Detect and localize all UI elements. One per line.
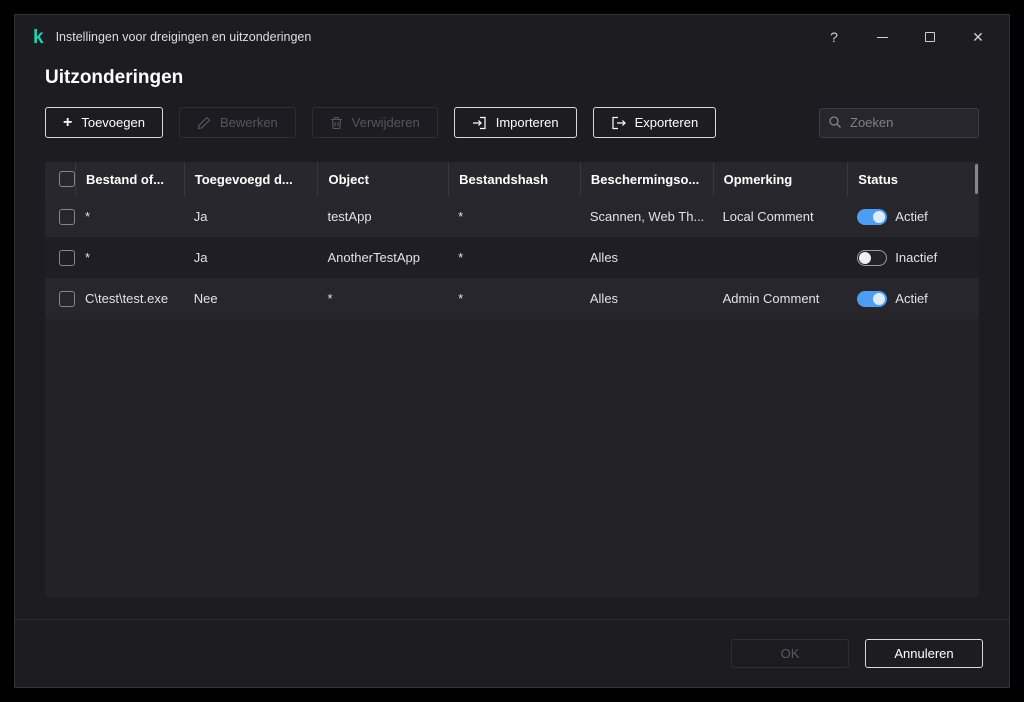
cell-added: Ja xyxy=(193,209,208,224)
exclusions-table: Bestand of... Toegevoegd d... Object Bestan… xyxy=(45,162,979,597)
minimize-icon[interactable] xyxy=(865,22,899,52)
cell-status: Inactief xyxy=(847,237,979,278)
row-select-cell xyxy=(45,196,75,237)
titlebar: k Instellingen voor dreigingen en uitzon… xyxy=(15,15,1009,59)
close-icon[interactable]: ✕ xyxy=(961,22,995,52)
delete-button[interactable]: Verwijderen xyxy=(311,107,438,138)
select-all-checkbox[interactable] xyxy=(59,171,75,187)
cell-file: * xyxy=(85,209,91,224)
cell-added: Nee xyxy=(193,291,218,306)
search-input[interactable] xyxy=(819,107,979,138)
row-select-cell xyxy=(45,278,75,319)
cell-object: AnotherTestApp xyxy=(327,250,420,265)
window-title: Instellingen voor dreigingen en uitzonde… xyxy=(55,30,312,44)
scrollbar-thumb[interactable] xyxy=(975,164,978,194)
edit-button-label: Bewerken xyxy=(219,115,278,130)
kaspersky-logo-icon: k xyxy=(33,26,44,48)
add-button-label: Toevoegen xyxy=(81,115,145,130)
column-header[interactable]: Bestandshash xyxy=(448,162,580,196)
table-body: * Ja testApp * Scannen, Web Th... Local … xyxy=(45,196,979,597)
help-icon[interactable]: ? xyxy=(817,22,851,52)
export-icon xyxy=(611,116,626,130)
export-button-label: Exporteren xyxy=(634,115,699,130)
ok-button[interactable]: OK xyxy=(731,639,849,668)
edit-button[interactable]: Bewerken xyxy=(178,107,296,138)
delete-button-label: Verwijderen xyxy=(351,115,420,130)
cell-added: Ja xyxy=(193,250,208,265)
cell-object: testApp xyxy=(327,209,372,224)
cell-hash: * xyxy=(458,291,464,306)
row-checkbox[interactable] xyxy=(59,249,75,266)
import-icon xyxy=(472,116,487,130)
status-toggle[interactable] xyxy=(857,249,888,266)
toolbar: + Toevoegen Bewerken Verwijderen Importe… xyxy=(45,107,979,138)
table-row: * Ja AnotherTestApp * Alles Inactief xyxy=(45,237,979,278)
plus-icon: + xyxy=(63,113,73,131)
page-title: Uitzonderingen xyxy=(45,67,184,88)
export-button[interactable]: Exporteren xyxy=(592,107,717,138)
import-button-label: Importeren xyxy=(495,115,559,130)
row-checkbox[interactable] xyxy=(59,208,75,225)
content: Uitzonderingen + Toevoegen Bewerken Verw… xyxy=(15,59,1009,619)
titlebar-controls: ? ✕ xyxy=(803,22,995,52)
column-header[interactable]: Beschermingso... xyxy=(579,162,713,196)
cell-protection: Scannen, Web Th... xyxy=(589,209,705,224)
row-checkbox[interactable] xyxy=(59,290,75,307)
import-button[interactable]: Importeren xyxy=(453,107,577,138)
table-row: * Ja testApp * Scannen, Web Th... Local … xyxy=(45,196,979,237)
maximize-icon[interactable] xyxy=(913,22,947,52)
header-select-cell xyxy=(45,162,75,196)
column-header[interactable]: Status xyxy=(847,162,979,196)
search-icon xyxy=(828,115,842,134)
maximize-shape xyxy=(925,32,935,42)
column-header[interactable]: Object xyxy=(317,162,448,196)
column-header[interactable]: Bestand of... xyxy=(75,162,184,196)
search-box xyxy=(819,107,979,138)
cell-file: C\test\test.exe xyxy=(85,291,169,306)
cell-protection: Alles xyxy=(589,250,619,265)
minimize-shape xyxy=(876,36,888,38)
status-label: Actief xyxy=(895,291,928,306)
column-header[interactable]: Opmerking xyxy=(712,162,848,196)
cell-hash: * xyxy=(458,209,464,224)
cell-comment: Admin Comment xyxy=(722,291,820,306)
status-label: Inactief xyxy=(895,250,938,265)
pencil-icon xyxy=(197,116,211,130)
column-header[interactable]: Toegevoegd d... xyxy=(183,162,318,196)
cell-status: Actief xyxy=(847,196,979,237)
cell-comment: Local Comment xyxy=(722,209,814,224)
cell-status: Actief xyxy=(847,278,979,319)
cell-object: * xyxy=(327,291,333,306)
cell-file: * xyxy=(85,250,91,265)
trash-icon xyxy=(330,116,343,130)
cancel-button[interactable]: Annuleren xyxy=(865,639,983,668)
status-toggle[interactable] xyxy=(857,208,888,225)
row-select-cell xyxy=(45,237,75,278)
cell-comment xyxy=(713,237,848,278)
add-button[interactable]: + Toevoegen xyxy=(45,107,163,138)
table-header: Bestand of... Toegevoegd d... Object Bestan… xyxy=(45,162,979,196)
cell-hash: * xyxy=(458,250,464,265)
settings-window: k Instellingen voor dreigingen en uitzon… xyxy=(14,14,1010,688)
footer: OK Annuleren xyxy=(15,619,1009,687)
status-label: Actief xyxy=(895,209,928,224)
table-row: C\test\test.exe Nee * * Alles Admin Comm… xyxy=(45,278,979,319)
cell-protection: Alles xyxy=(589,291,619,306)
status-toggle[interactable] xyxy=(857,290,888,307)
